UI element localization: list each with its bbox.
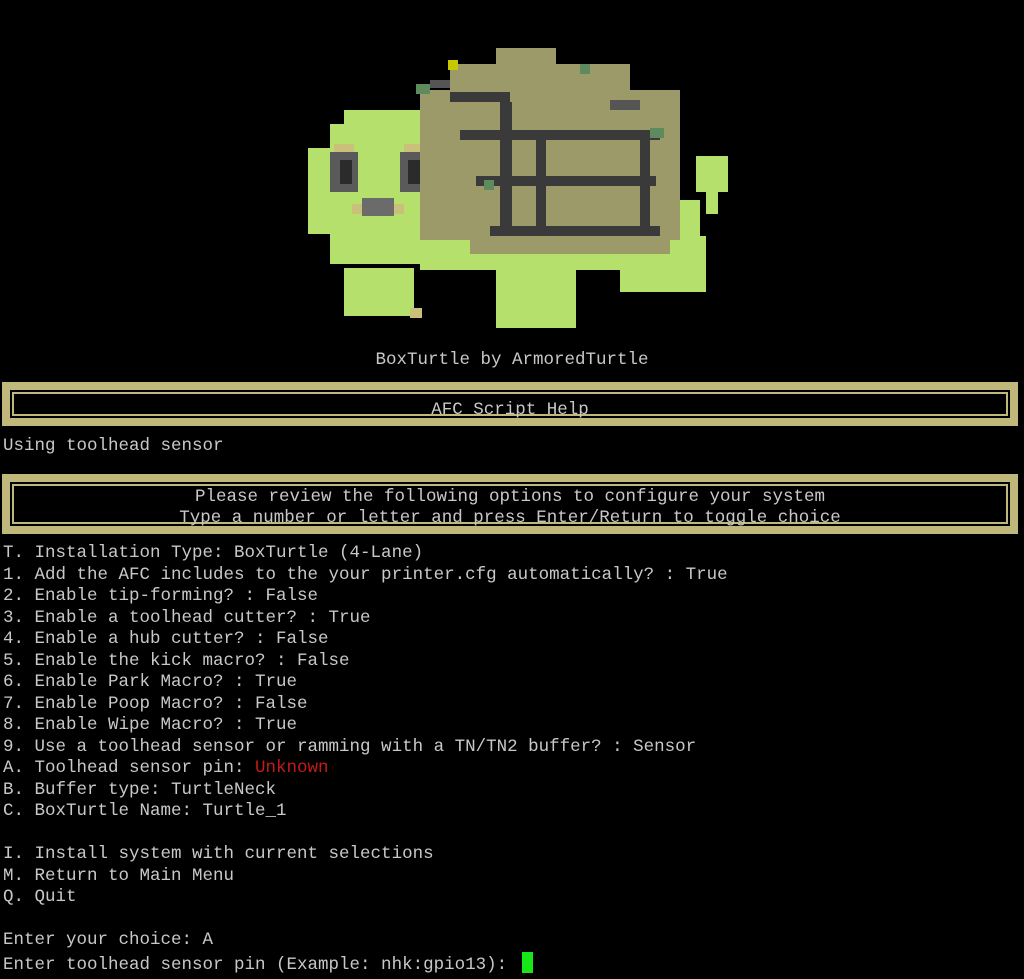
instructions-box: Please review the following options to c… [2, 474, 1018, 534]
option-hub-cutter[interactable]: 4. Enable a hub cutter? : False [3, 629, 329, 651]
help-title: AFC Script Help [431, 400, 589, 420]
option-toolhead-sensor-pin[interactable]: A. Toolhead sensor pin: Unknown [3, 758, 329, 780]
option-tip-forming[interactable]: 2. Enable tip-forming? : False [3, 586, 318, 608]
option-poop-macro[interactable]: 7. Enable Poop Macro? : False [3, 694, 308, 716]
banner-caption: BoxTurtle by ArmoredTurtle [375, 350, 649, 370]
help-title-box: AFC Script Help [2, 382, 1018, 426]
choice-line: Enter your choice: A [3, 930, 214, 950]
sensor-pin-value: Unknown [255, 758, 329, 778]
option-installation-type[interactable]: T. Installation Type: BoxTurtle (4-Lane) [3, 543, 423, 565]
option-sensor-or-ramming[interactable]: 9. Use a toolhead sensor or ramming with… [3, 737, 696, 759]
option-toolhead-cutter[interactable]: 3. Enable a toolhead cutter? : True [3, 608, 371, 630]
prompt-label: Enter toolhead sensor pin (Example: nhk:… [3, 955, 518, 975]
option-buffer-type[interactable]: B. Buffer type: TurtleNeck [3, 780, 276, 802]
action-install[interactable]: I. Install system with current selection… [3, 844, 434, 866]
status-line: Using toolhead sensor [3, 436, 224, 456]
option-park-macro[interactable]: 6. Enable Park Macro? : True [3, 672, 297, 694]
option-label: A. Toolhead sensor pin: [3, 758, 256, 778]
action-quit[interactable]: Q. Quit [3, 887, 77, 909]
terminal-cursor [521, 952, 533, 973]
action-main-menu[interactable]: M. Return to Main Menu [3, 866, 234, 888]
option-boxturtle-name[interactable]: C. BoxTurtle Name: Turtle_1 [3, 801, 287, 823]
option-wipe-macro[interactable]: 8. Enable Wipe Macro? : True [3, 715, 297, 737]
sensor-pin-prompt[interactable]: Enter toolhead sensor pin (Example: nhk:… [3, 952, 533, 975]
turtle-logo-icon [308, 48, 728, 328]
instructions-line-1: Please review the following options to c… [194, 487, 826, 507]
option-kick-macro[interactable]: 5. Enable the kick macro? : False [3, 651, 350, 673]
instructions-line-2: Type a number or letter and press Enter/… [179, 508, 841, 528]
option-afc-includes[interactable]: 1. Add the AFC includes to the your prin… [3, 565, 728, 587]
